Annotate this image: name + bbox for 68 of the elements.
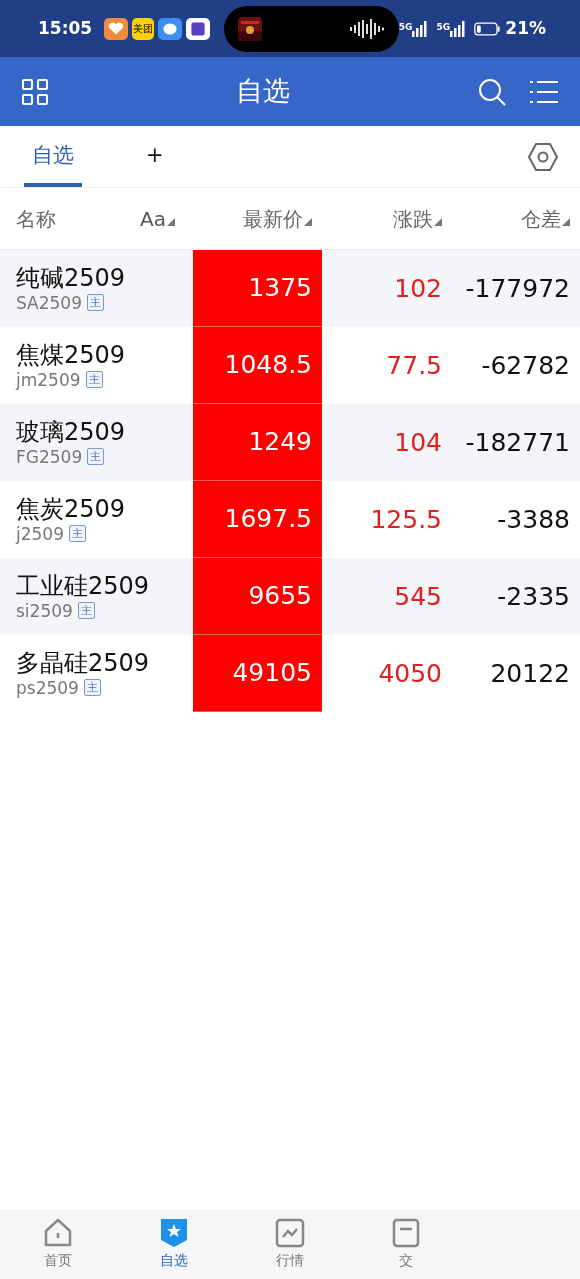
network-label: 5G — [436, 20, 451, 34]
waveform-icon — [348, 17, 385, 40]
open-interest-change: -62782 — [480, 349, 571, 382]
price-cell: 9655 — [193, 558, 322, 635]
nav-tab[interactable]: 交 — [348, 1218, 464, 1271]
column-header: 名称 — [16, 206, 56, 231]
main-contract-tag: 主 — [83, 679, 101, 697]
contract-name: 焦炭2509 — [16, 494, 127, 524]
nav-tab[interactable]: 自选 — [116, 1218, 232, 1271]
contract-name: 玻璃2509 — [16, 417, 127, 447]
main-contract-tag: 主 — [77, 602, 95, 620]
contract-code: ps2509 — [16, 677, 79, 699]
contract-code: j2509 — [16, 523, 64, 545]
font-size-toggle[interactable]: Aa — [140, 206, 166, 231]
line-chart-icon — [275, 1218, 305, 1248]
contract-name: 多晶硅2509 — [16, 648, 151, 678]
change-value: 102 — [393, 272, 443, 305]
tab[interactable]: + — [138, 125, 172, 188]
tab[interactable]: 自选 — [24, 125, 82, 188]
battery-percent: 21% — [505, 16, 546, 40]
price-cell: 1697.5 — [193, 481, 322, 558]
page-title: 自选 — [235, 75, 291, 108]
nav-tab[interactable]: 首页 — [0, 1218, 116, 1271]
open-interest-change: -177972 — [464, 272, 571, 305]
column-header[interactable]: 涨跌 — [393, 206, 433, 231]
main-contract-tag: 主 — [85, 371, 103, 389]
contract-code: SA2509 — [16, 292, 82, 314]
nav-tab[interactable]: 行情 — [232, 1218, 348, 1271]
contract-name: 焦煤2509 — [16, 340, 127, 370]
grid-icon[interactable] — [22, 78, 48, 105]
main-contract-tag: 主 — [87, 448, 105, 466]
open-interest-change: -182771 — [464, 426, 571, 459]
chat-app-icon — [158, 17, 183, 40]
change-value: 77.5 — [385, 349, 443, 382]
contract-code: FG2509 — [16, 446, 83, 468]
clock-time: 15:05 — [38, 16, 93, 40]
open-interest-change: -2335 — [496, 580, 571, 613]
change-value: 4050 — [377, 657, 443, 690]
price-cell: 1048.5 — [193, 327, 322, 404]
change-value: 125.5 — [369, 503, 443, 536]
contract-name: 工业硅2509 — [16, 571, 151, 601]
price-cell: 49105 — [193, 635, 322, 712]
star-badge-icon — [159, 1218, 189, 1248]
open-interest-change: 20122 — [489, 657, 571, 690]
open-interest-change: -3388 — [496, 503, 571, 536]
main-contract-tag: 主 — [87, 294, 104, 312]
network-label: 5G — [398, 20, 413, 34]
contract-code: si2509 — [16, 600, 73, 622]
home-icon — [43, 1218, 73, 1248]
contract-code: jm2509 — [16, 369, 81, 391]
main-contract-tag: 主 — [69, 525, 86, 543]
search-icon[interactable] — [478, 77, 506, 106]
app-icon — [186, 17, 211, 40]
settings-icon[interactable] — [528, 142, 558, 171]
change-value: 104 — [393, 426, 443, 459]
app-icon: 美团 — [132, 17, 155, 40]
change-value: 545 — [393, 580, 443, 613]
menu-icon[interactable] — [530, 79, 558, 104]
signal-icon — [450, 20, 467, 37]
signal-icon — [412, 20, 429, 37]
column-header[interactable]: 仓差 — [521, 206, 561, 231]
price-cell: 1375 — [193, 250, 322, 327]
contract-name: 纯碱2509 — [16, 263, 127, 293]
column-header[interactable]: 最新价 — [243, 206, 303, 231]
battery-icon — [474, 20, 502, 37]
heart-app-icon — [104, 17, 129, 40]
document-icon — [391, 1218, 421, 1248]
price-cell: 1249 — [193, 404, 322, 481]
